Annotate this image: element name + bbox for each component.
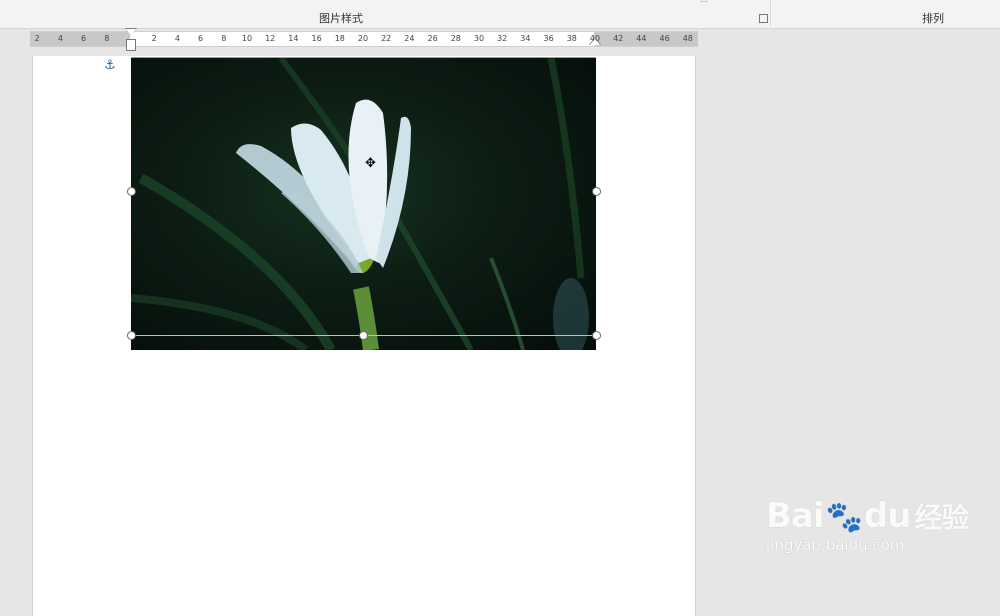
group-separator (770, 0, 771, 26)
ruler-tick-label: 8 (104, 34, 110, 43)
resize-handle-right[interactable] (592, 187, 601, 196)
ruler-tick-label: 18 (334, 34, 345, 43)
ruler-tick-label: 40 (589, 34, 601, 43)
resize-handle-left[interactable] (127, 187, 136, 196)
baidu-logo: Bai🐾du 经验 (766, 496, 969, 536)
ruler-tick-label: 46 (659, 34, 670, 43)
baidu-watermark: Bai🐾du 经验 jingyan.baidu.com (766, 496, 969, 554)
ruler-tick-label: 26 (427, 34, 438, 43)
ruler-tick-label: 44 (636, 34, 647, 43)
ruler-tick-label: 12 (265, 34, 276, 43)
ruler-tick-label: 10 (241, 34, 253, 43)
ruler-tick-label: 16 (311, 34, 322, 43)
ruler-tick-label: 6 (81, 34, 87, 43)
anchor-icon[interactable]: ⚓ (104, 58, 116, 73)
ruler-tick-label: 32 (497, 34, 508, 43)
ruler-tick-label: 2 (151, 34, 157, 43)
ruler-tick-label: 4 (57, 34, 63, 43)
resize-handle-bottom[interactable] (359, 331, 368, 340)
ruler-tick-label: 38 (566, 34, 577, 43)
ruler-tick-label: 36 (543, 34, 554, 43)
ribbon-faint-label: ⊡ (700, 0, 708, 5)
ruler-tick-label: 22 (381, 34, 392, 43)
group-title-arrange: 排列 (922, 12, 944, 25)
left-indent-marker[interactable] (126, 39, 136, 51)
ruler-tick-label: 34 (520, 34, 531, 43)
ruler-left-margin (30, 32, 130, 46)
ruler-tick-label: 2 (34, 34, 40, 43)
flower-picture[interactable] (131, 58, 596, 350)
move-cursor-icon: ✥ (365, 156, 376, 171)
dialog-launcher-icon[interactable] (759, 14, 768, 23)
resize-handle-bottom-right[interactable] (592, 331, 601, 340)
ruler-tick-label: 42 (613, 34, 624, 43)
ruler-tick-label: 24 (404, 34, 415, 43)
ruler-tick-label: 14 (288, 34, 299, 43)
ruler-tick-label: 8 (221, 34, 227, 43)
ruler-tick-label: 20 (357, 34, 369, 43)
group-title-picture-styles: 图片样式 (319, 12, 363, 25)
watermark-url: jingyan.baidu.com (766, 536, 905, 554)
flower-image (131, 58, 589, 350)
ruler-tick-label: 4 (174, 34, 180, 43)
ribbon-group-bar: ⊡ 图片样式 排列 (0, 0, 1000, 29)
ruler-tick-label: 6 (198, 34, 204, 43)
resize-handle-bottom-left[interactable] (127, 331, 136, 340)
ruler-tick-label: 28 (450, 34, 461, 43)
ruler-tick-label: 30 (473, 34, 485, 43)
paw-icon: 🐾 (825, 500, 863, 535)
horizontal-ruler[interactable]: 8 6 4 2 2 4 6 8 10 12 14 16 18 20 22 24 26 28 30 32 34 36 38 40… (30, 28, 698, 51)
ruler-tick-label: 48 (682, 34, 693, 43)
